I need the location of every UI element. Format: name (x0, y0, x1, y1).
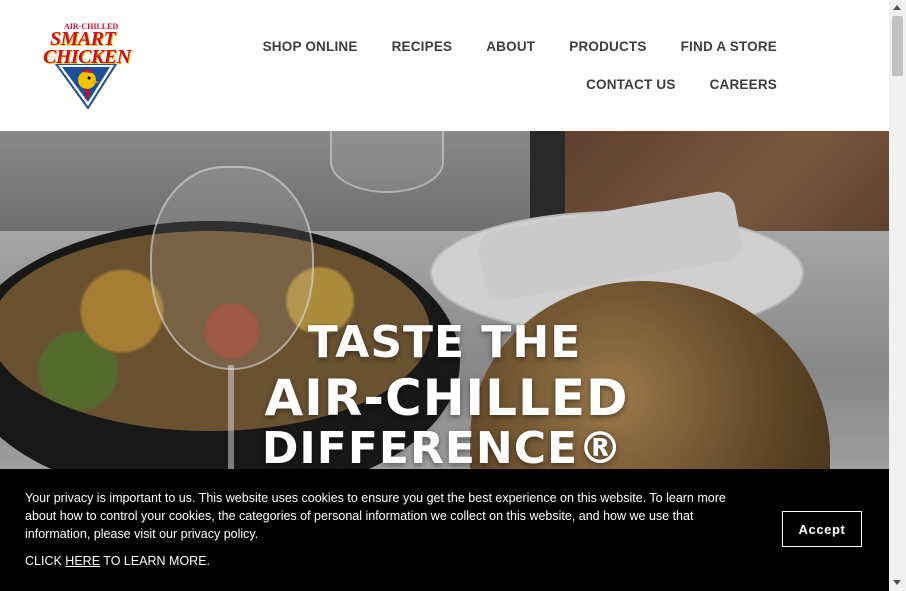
page-scrollbar[interactable] (889, 0, 906, 591)
nav-products[interactable]: PRODUCTS (569, 39, 646, 54)
nav-contact-us[interactable]: CONTACT US (586, 77, 676, 92)
nav-row-primary: SHOP ONLINE RECIPES ABOUT PRODUCTS FIND … (229, 39, 777, 54)
nav-careers[interactable]: CAREERS (710, 77, 777, 92)
scroll-down-arrow-icon[interactable] (893, 580, 901, 585)
page: AIR-CHILLED SMART CHICKEN SHOP ONLINE RE… (0, 0, 906, 591)
cookie-banner-text: Your privacy is important to us. This we… (25, 491, 726, 541)
hero-headline-line3: DIFFERENCE® (261, 423, 624, 474)
scrollbar-thumb[interactable] (892, 16, 903, 76)
nav-shop-online[interactable]: SHOP ONLINE (263, 39, 358, 54)
cookie-here-link[interactable]: HERE (65, 554, 100, 568)
cookie-learn-more: CLICK HERE TO LEARN MORE. (25, 554, 210, 568)
nav-row-secondary: CONTACT US CAREERS (552, 77, 777, 92)
rooster-icon (54, 64, 118, 110)
scroll-up-arrow-icon[interactable] (893, 5, 901, 10)
nav-find-a-store[interactable]: FIND A STORE (681, 39, 777, 54)
hero-headline-line2: AIR-CHILLED (264, 369, 629, 427)
nav-recipes[interactable]: RECIPES (392, 39, 453, 54)
cookie-learn-more-prefix: CLICK (25, 554, 66, 568)
nav-about[interactable]: ABOUT (486, 39, 535, 54)
cookie-learn-more-suffix: TO LEARN MORE. (100, 554, 211, 568)
hero-headline-line1: TASTE THE (307, 317, 582, 368)
smart-chicken-logo[interactable]: AIR-CHILLED SMART CHICKEN (40, 20, 132, 110)
cookie-accept-button[interactable]: Accept (782, 511, 862, 547)
cookie-banner: Your privacy is important to us. This we… (0, 469, 889, 591)
site-header: AIR-CHILLED SMART CHICKEN SHOP ONLINE RE… (0, 0, 889, 131)
